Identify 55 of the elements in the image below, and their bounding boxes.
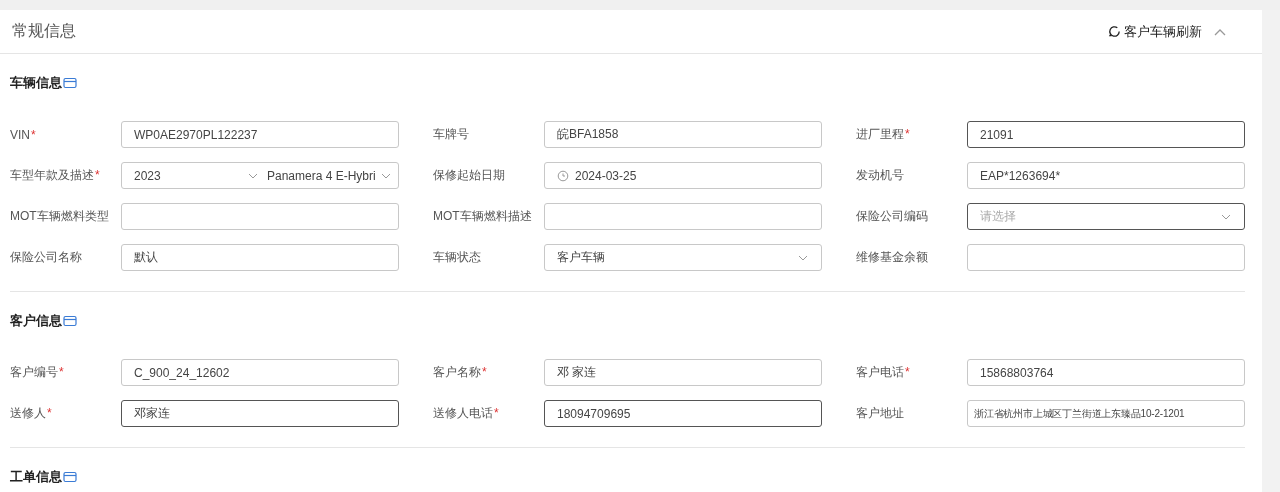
field-label: 保险公司名称 [10,249,83,266]
date-field[interactable]: 2024-03-25 [544,162,822,189]
field-label: 保修起始日期 [433,167,506,184]
input-field[interactable]: EAP*1263694* [967,162,1245,189]
field-label: 送修人电话* [433,405,500,422]
card-icon [63,471,77,483]
clock-icon [557,169,569,182]
field-label: VIN* [10,127,37,142]
section-title: 客户信息 [10,312,62,330]
refresh-icon [1107,24,1122,39]
field-label: 车牌号 [433,126,470,143]
input-field[interactable]: WP0AE2970PL122237 [121,121,399,148]
input-field[interactable]: 皖BFA1858 [544,121,822,148]
field-label: 送修人* [10,405,53,422]
field-label: 客户电话* [856,364,911,381]
section-title: 工单信息 [10,468,62,486]
field-label: 车型年款及描述* [10,167,101,184]
field-value: Panamera 4 E-Hybri [267,168,376,183]
input-field[interactable]: 21091 [967,121,1245,148]
input-field[interactable]: C_900_24_12602 [121,359,399,386]
required-mark: * [47,406,52,420]
required-mark: * [905,365,910,379]
card-icon [63,77,77,89]
input-field[interactable] [121,203,399,230]
refresh-button[interactable]: 客户车辆刷新 [1107,22,1202,41]
field-label: 进厂里程* [856,126,911,143]
field-label: 客户地址 [856,405,905,422]
field-label: 发动机号 [856,167,905,184]
required-mark: * [95,168,100,182]
section-title: 车辆信息 [10,74,62,92]
input-field[interactable]: 15868803764 [967,359,1245,386]
required-mark: * [482,365,487,379]
card-icon [63,315,77,327]
field-label: 保险公司编码 [856,208,929,225]
field-label: 车辆状态 [433,249,482,266]
field-value: 2023 [134,168,162,183]
select-field[interactable]: 客户车辆 [544,244,822,271]
input-field[interactable]: 邓 家连 [544,359,822,386]
field-label: 客户编号* [10,364,65,381]
field-label: MOT车辆燃料描述 [433,208,533,225]
input-field[interactable] [967,244,1245,271]
input-field[interactable]: 默认 [121,244,399,271]
input-field[interactable]: 邓家连 [121,400,399,427]
required-mark: * [31,127,36,142]
select-field[interactable]: 2023 Panamera 4 E-Hybri [121,162,399,189]
input-field[interactable]: 浙江省杭州市上城区丁兰街道上东臻品10-2-1201 [967,400,1245,427]
input-field[interactable]: 18094709695 [544,400,822,427]
required-mark: * [905,127,910,141]
field-label: 维修基金余额 [856,249,929,266]
field-label: 客户名称* [433,364,488,381]
panel-title: 常规信息 [12,21,76,41]
input-field[interactable] [544,203,822,230]
field-label: MOT车辆燃料类型 [10,208,110,225]
required-mark: * [494,406,499,420]
required-mark: * [59,365,64,379]
